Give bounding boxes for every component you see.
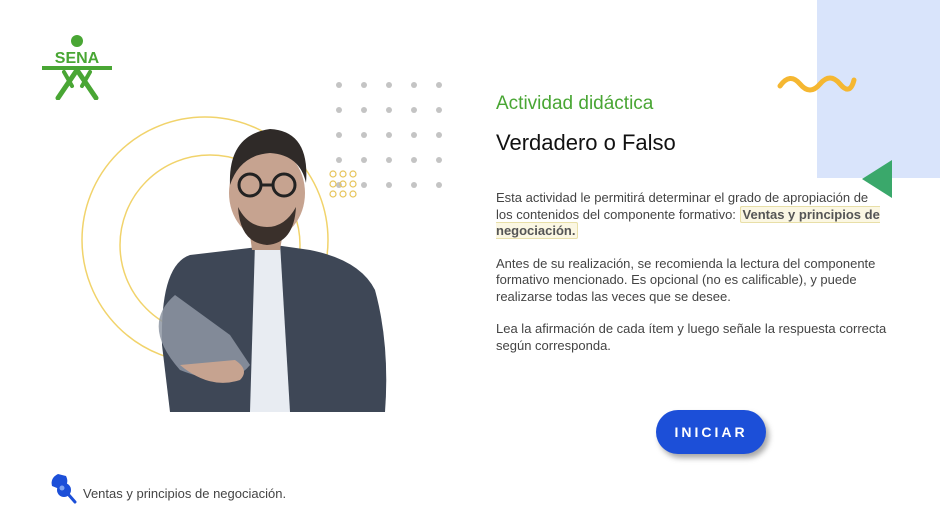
pushpin-icon bbox=[51, 474, 77, 504]
start-button[interactable]: INICIAR bbox=[656, 410, 766, 454]
activity-title: Verdadero o Falso bbox=[496, 130, 676, 155]
businessman-handshake-illustration bbox=[81, 116, 387, 412]
svg-text:SENA: SENA bbox=[55, 50, 100, 67]
wave-decoration bbox=[777, 75, 857, 93]
footer-course-name: Ventas y principios de negociación. bbox=[83, 486, 287, 501]
instructions-paragraph: Lea la afirmación de cada ítem y luego s… bbox=[496, 321, 887, 353]
description-paragraph: Esta actividad le permitirá determinar e… bbox=[496, 190, 888, 240]
activity-description: Esta actividad le permitirá determinar e… bbox=[496, 190, 888, 370]
footer: Ventas y principios de negociación. bbox=[48, 468, 286, 504]
recommendation-paragraph: Antes de su realización, se recomienda l… bbox=[496, 255, 876, 304]
activity-label: Actividad didáctica bbox=[496, 93, 654, 114]
sena-logo: SENA bbox=[42, 35, 112, 100]
